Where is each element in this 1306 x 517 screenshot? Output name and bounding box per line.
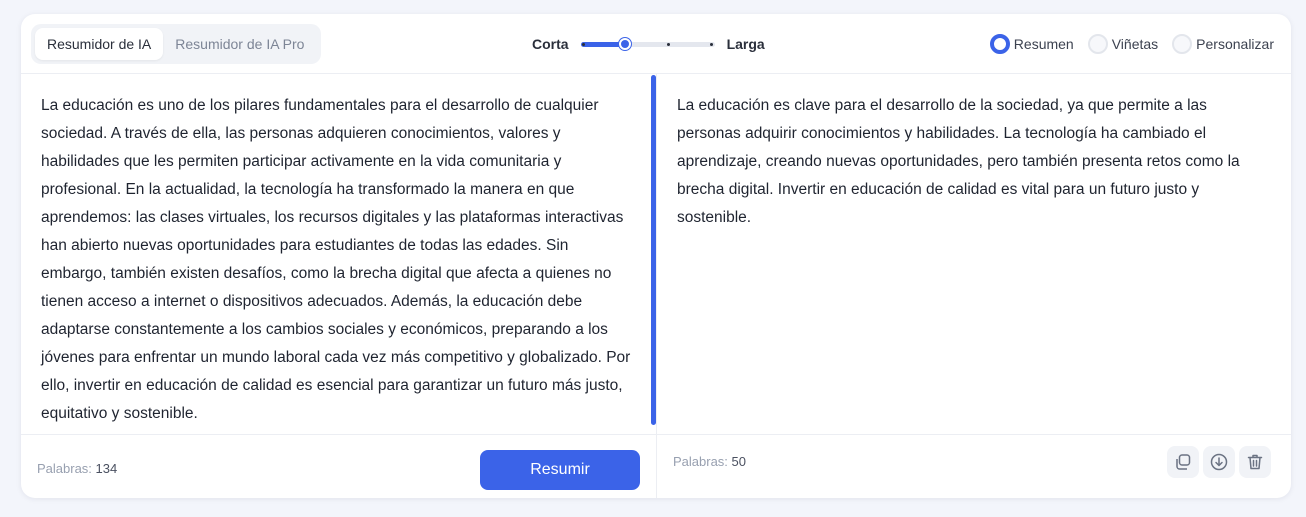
tab-ai-summarizer[interactable]: Resumidor de IA bbox=[35, 28, 164, 60]
delete-button[interactable] bbox=[1239, 446, 1271, 478]
format-option-summary[interactable]: Resumen bbox=[989, 34, 1074, 54]
radio-summary[interactable] bbox=[989, 34, 1010, 54]
radio-bullets[interactable] bbox=[1087, 34, 1108, 54]
length-control: Corta Larga bbox=[532, 32, 765, 56]
length-min-label: Corta bbox=[532, 36, 569, 52]
format-option-custom[interactable]: Personalizar bbox=[1172, 34, 1274, 54]
length-slider[interactable] bbox=[580, 34, 715, 54]
output-word-number: 50 bbox=[731, 454, 747, 469]
input-textarea[interactable]: La educación es uno de los pilares funda… bbox=[41, 92, 637, 428]
copy-button[interactable] bbox=[1167, 446, 1199, 478]
format-label-summary: Resumen bbox=[1013, 36, 1074, 52]
slider-thumb[interactable] bbox=[618, 38, 631, 50]
format-options: Resumen Viñetas Personalizar bbox=[976, 32, 1274, 56]
format-label-bullets: Viñetas bbox=[1111, 36, 1159, 52]
radio-custom[interactable] bbox=[1172, 34, 1193, 54]
output-word-count: Palabras: 50 bbox=[673, 454, 746, 469]
mode-tabs: Resumidor de IA Resumidor de IA Pro bbox=[31, 24, 321, 64]
download-button[interactable] bbox=[1203, 446, 1235, 478]
summarize-button[interactable]: Resumir bbox=[480, 450, 640, 490]
tab-ai-summarizer-pro[interactable]: Resumidor de IA Pro bbox=[163, 28, 316, 60]
input-word-label: Palabras: bbox=[37, 461, 92, 476]
input-word-number: 134 bbox=[95, 461, 118, 476]
format-label-custom: Personalizar bbox=[1196, 36, 1274, 52]
output-word-label: Palabras: bbox=[673, 454, 728, 469]
download-icon bbox=[1210, 453, 1228, 471]
format-option-bullets[interactable]: Viñetas bbox=[1087, 34, 1159, 54]
summary-output: La educación es clave para el desarrollo… bbox=[677, 97, 1240, 226]
copy-icon bbox=[1176, 454, 1191, 470]
trash-icon bbox=[1247, 454, 1263, 470]
input-word-count: Palabras: 134 bbox=[37, 461, 117, 476]
toolbar: Resumidor de IA Resumidor de IA Pro Cort… bbox=[21, 14, 1291, 74]
footer-divider bbox=[21, 434, 1291, 435]
summarizer-card: Resumidor de IA Resumidor de IA Pro Cort… bbox=[21, 14, 1291, 498]
length-max-label: Larga bbox=[726, 36, 765, 52]
